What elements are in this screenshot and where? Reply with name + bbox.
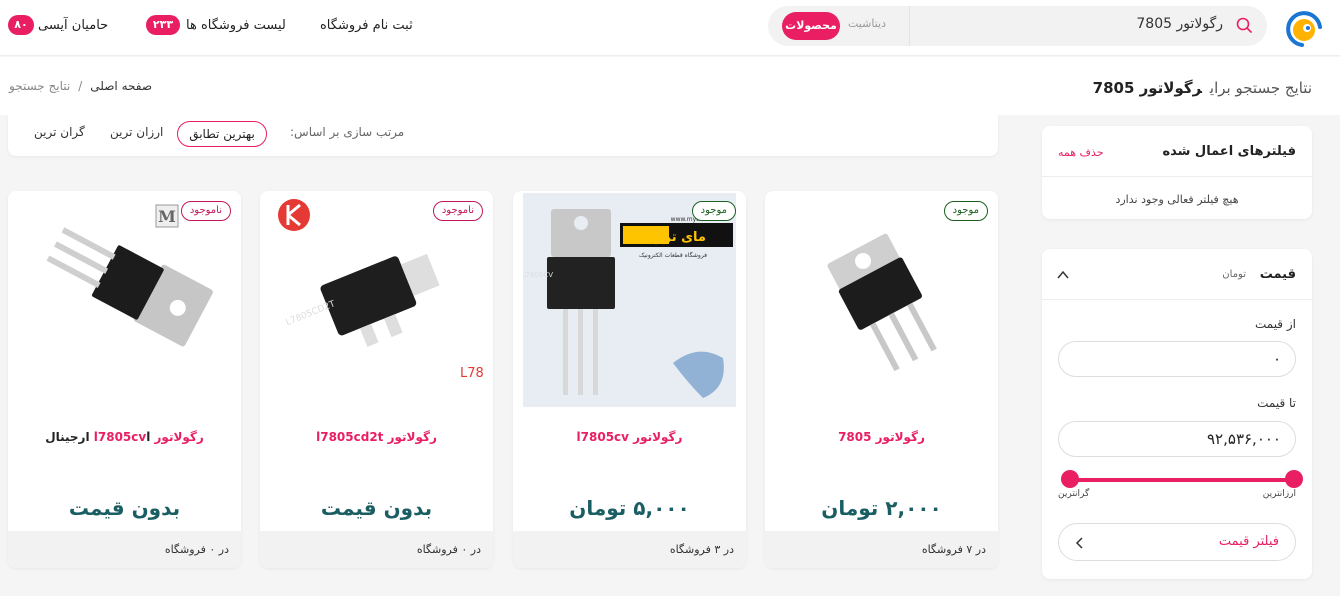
sort-label: مرتب سازی بر اساس:	[290, 125, 405, 139]
product-price: بدون قیمت	[320, 496, 433, 520]
product-title[interactable]: رگولاتور l7805cv	[513, 430, 746, 444]
site-header: رگولاتور 7805 محصولات دیتاشیت ثبت نام فر…	[0, 0, 1340, 56]
apply-price-filter-button[interactable]: فیلتر قیمت	[1058, 523, 1296, 561]
search-bar[interactable]: رگولاتور 7805 محصولات دیتاشیت	[768, 6, 1267, 46]
no-filters-message: هیچ فیلتر فعالی وجود ندارد	[1115, 193, 1239, 206]
applied-filters-panel: فیلترهای اعمال شده حذف همه هیچ فیلتر فعا…	[1042, 126, 1312, 219]
price-filter-panel: قیمت تومان از قیمت ۰ تا قیمت ۹۲,۵۳۶,۰۰۰ …	[1042, 249, 1312, 579]
price-from-label: از قیمت	[1254, 317, 1296, 331]
sort-option-cheapest[interactable]: ارزان ترین	[110, 125, 163, 139]
product-image[interactable]: M	[18, 193, 231, 407]
product-title[interactable]: رگولاتور l7805cvl ارجینال	[8, 430, 241, 444]
product-price: بدون قیمت	[68, 496, 181, 520]
product-price: ۵,۰۰۰ تومان	[569, 496, 690, 520]
page-title: نتایج جستجو برای رگولاتور 7805	[1093, 79, 1312, 97]
stores-list-link[interactable]: لیست فروشگاه ها	[186, 18, 286, 33]
sort-option-most-expensive[interactable]: گران ترین	[34, 125, 85, 139]
chevron-left-icon	[1073, 535, 1087, 549]
chevron-up-icon[interactable]	[1056, 267, 1070, 281]
divider	[1042, 176, 1312, 177]
image-caption: L7805CD2T	[460, 366, 483, 381]
apply-price-filter-label: فیلتر قیمت	[1218, 534, 1279, 549]
tab-datasheet[interactable]: دیتاشیت	[848, 17, 886, 30]
price-range-max-handle[interactable]	[1061, 470, 1079, 488]
product-title-text: رگولاتور l7805cd2t	[316, 430, 437, 444]
product-image[interactable]: L7805CD2T L7805CD2T	[270, 193, 493, 407]
stores-count-badge: ۲۳۳	[146, 15, 180, 35]
price-to-label: تا قیمت	[1257, 396, 1296, 410]
breadcrumb-separator: /	[78, 79, 83, 93]
product-title[interactable]: رگولاتور l7805cd2t	[260, 430, 493, 444]
chip-marking: L7805CV	[523, 271, 553, 279]
product-card[interactable]: L7805CV مای ترونیک www.mytronic.ir فروشگ…	[513, 191, 746, 568]
search-scope-toggle: محصولات دیتاشیت	[768, 6, 910, 46]
results-query: رگولاتور 7805	[1092, 79, 1202, 97]
stock-badge: موجود	[943, 201, 988, 221]
product-image[interactable]	[775, 193, 988, 407]
store-count: در ۳ فروشگاه	[513, 531, 746, 568]
sort-bar: مرتب سازی بر اساس: بهترین تطابق ارزان تر…	[8, 115, 998, 156]
breadcrumb-current: نتایج جستجو	[9, 79, 71, 93]
register-store-link[interactable]: ثبت نام فروشگاه	[320, 18, 413, 33]
breadcrumb: صفحه اصلی / نتایج جستجو	[9, 79, 152, 93]
product-title[interactable]: رگولاتور 7805	[765, 430, 998, 444]
price-to-input[interactable]: ۹۲,۵۳۶,۰۰۰	[1058, 421, 1296, 457]
product-card[interactable]: M ناموجود رگولاتور l7805cvl ارجینال بدون…	[8, 191, 241, 568]
chip-marking: L7805CD2T	[285, 299, 338, 328]
clear-filters-link[interactable]: حذف همه	[1058, 146, 1104, 159]
watermark-brand: مای ترونیک	[632, 230, 706, 245]
tab-products[interactable]: محصولات	[782, 12, 840, 40]
search-input[interactable]: رگولاتور 7805	[1136, 16, 1223, 32]
price-from-input[interactable]: ۰	[1058, 341, 1296, 377]
most-expensive-label: گرانترین	[1058, 489, 1090, 499]
watermark-tagline: فروشگاه قطعات الکترونیک	[639, 251, 707, 259]
applied-filters-title: فیلترهای اعمال شده	[1162, 144, 1296, 159]
divider	[1042, 299, 1312, 300]
product-image[interactable]: L7805CV مای ترونیک www.mytronic.ir فروشگ…	[522, 193, 736, 407]
watermark-logo: M	[158, 207, 176, 226]
site-logo[interactable]	[1282, 9, 1326, 49]
product-card[interactable]: موجود رگولاتور 7805 ۲,۰۰۰ تومان در ۷ فرو…	[765, 191, 998, 568]
stock-badge: ناموجود	[432, 201, 483, 221]
results-titlebar: نتایج جستجو برای رگولاتور 7805 صفحه اصلی /…	[0, 57, 1340, 115]
store-count: در ۷ فروشگاه	[765, 531, 998, 568]
stock-badge: ناموجود	[180, 201, 231, 221]
price-range-min-handle[interactable]	[1285, 470, 1303, 488]
product-title-text: رگولاتور l7805cv	[576, 430, 683, 444]
price-filter-title: قیمت	[1259, 267, 1296, 282]
product-card[interactable]: L7805CD2T L7805CD2T ناموجود رگولاتور l78…	[260, 191, 493, 568]
store-count: در ۰ فروشگاه	[260, 531, 493, 568]
sponsors-link[interactable]: حامیان آیسی	[38, 18, 108, 33]
results-prefix: نتایج جستجو برای	[1209, 79, 1312, 97]
price-range-track	[1070, 478, 1294, 482]
product-price: ۲,۰۰۰ تومان	[821, 496, 942, 520]
cheapest-label: ارزانترین	[1262, 489, 1296, 499]
search-icon[interactable]	[1235, 16, 1253, 34]
store-count: در ۰ فروشگاه	[8, 531, 241, 568]
sponsors-count-badge: ۸۰	[8, 15, 34, 35]
stock-badge: موجود	[691, 201, 736, 221]
product-title-text: رگولاتور 7805	[838, 430, 925, 444]
sort-option-best-match[interactable]: بهترین تطابق	[177, 121, 267, 147]
price-unit: تومان	[1222, 269, 1246, 280]
breadcrumb-home[interactable]: صفحه اصلی	[90, 79, 152, 93]
